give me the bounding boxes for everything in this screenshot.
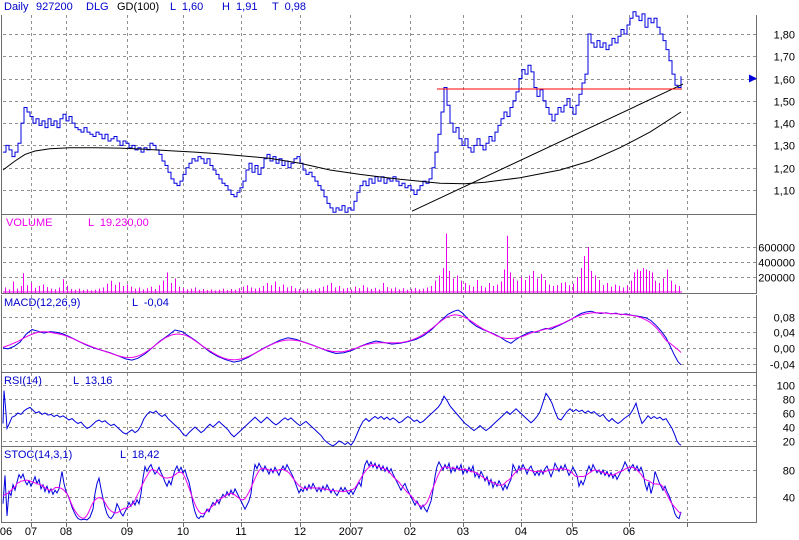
- y-tick-label: 1,80: [774, 30, 795, 42]
- y-tick-label: 1,60: [774, 75, 795, 87]
- y-tick-label: 1,10: [774, 186, 795, 198]
- rsi-label-row: RSI(14) L 13,16: [0, 375, 420, 388]
- x-tick-label: 06: [0, 526, 12, 538]
- x-tick-label: 04: [515, 526, 527, 538]
- rsi-line: [2, 390, 682, 447]
- x-tick-label: 12: [294, 526, 306, 538]
- stoc-label-row: STOC(14,3,1) L 18,42: [0, 449, 420, 462]
- y-tick-label: 40: [783, 493, 795, 505]
- volume-label-row: VOLUME L 19.230,00: [0, 217, 420, 230]
- header-indicator: GD(100): [117, 1, 160, 13]
- y-tick-label: 400000: [758, 258, 795, 270]
- x-tick-label: 06: [623, 526, 635, 538]
- header-low-value: T 0,98: [272, 1, 307, 13]
- stoc-d-line: [2, 464, 682, 519]
- rsi-value: L 13,16: [73, 375, 113, 387]
- y-tick-label: 80: [783, 466, 795, 478]
- x-tick-label: 07: [25, 526, 37, 538]
- macd-label: MACD(12,26,9): [4, 297, 81, 309]
- y-tick-label: 1,40: [774, 119, 795, 131]
- x-tick-label: 03: [457, 526, 469, 538]
- x-tick-label: 08: [60, 526, 72, 538]
- rsi-label: RSI(14): [4, 375, 42, 387]
- y-tick-label: 600000: [758, 243, 795, 255]
- y-tick-label: 1,70: [774, 52, 795, 64]
- x-tick-label: 02: [404, 526, 416, 538]
- macd-line: [2, 309, 682, 366]
- y-tick-label: 1,30: [774, 141, 795, 153]
- y-tick-label: 100: [777, 381, 795, 393]
- y-tick-label: -0,04: [770, 360, 795, 372]
- stoc-k-line: [2, 459, 682, 521]
- header-last-value: L 1,60: [170, 1, 204, 13]
- last-price-marker-icon: [749, 74, 757, 83]
- macd-label-row: MACD(12,26,9) L -0,04: [0, 297, 420, 310]
- y-tick-label: 80: [783, 395, 795, 407]
- x-tick-label: 11: [235, 526, 246, 538]
- trendline: [411, 83, 684, 212]
- x-tick-label: 09: [121, 526, 133, 538]
- header-ticker: DLG: [86, 1, 109, 13]
- y-tick-label: 0,00: [774, 344, 795, 356]
- price-close-line: [3, 11, 682, 213]
- stoc-label: STOC(14,3,1): [4, 449, 73, 461]
- volume-value: L 19.230,00: [88, 217, 149, 229]
- y-tick-label: 1,50: [774, 97, 795, 109]
- x-tick-label: 10: [177, 526, 189, 538]
- y-tick-label: 20: [783, 437, 795, 449]
- y-tick-label: 1,20: [774, 164, 795, 176]
- header-periodicity: Daily: [4, 1, 29, 13]
- y-tick-label: 60: [783, 409, 795, 421]
- x-tick-label: 05: [566, 526, 578, 538]
- header-symbol-id: 927200: [36, 1, 73, 13]
- y-tick-label: 200000: [758, 273, 795, 285]
- y-tick-label: 40: [783, 423, 795, 435]
- x-tick-label: 2007: [339, 526, 363, 538]
- gd100-line: [2, 111, 682, 185]
- y-tick-label: 0,04: [774, 328, 795, 340]
- macd-value: L -0,04: [132, 297, 169, 309]
- header-high-value: H 1,91: [222, 1, 258, 13]
- chart-window: 1,80 1,70 1,60 1,50 1,40 1,30 1,20 1,10 600000 40…: [0, 0, 799, 540]
- volume-label: VOLUME: [6, 217, 53, 229]
- y-tick-label: 0,08: [774, 313, 795, 325]
- stoc-value: L 18,42: [120, 449, 160, 461]
